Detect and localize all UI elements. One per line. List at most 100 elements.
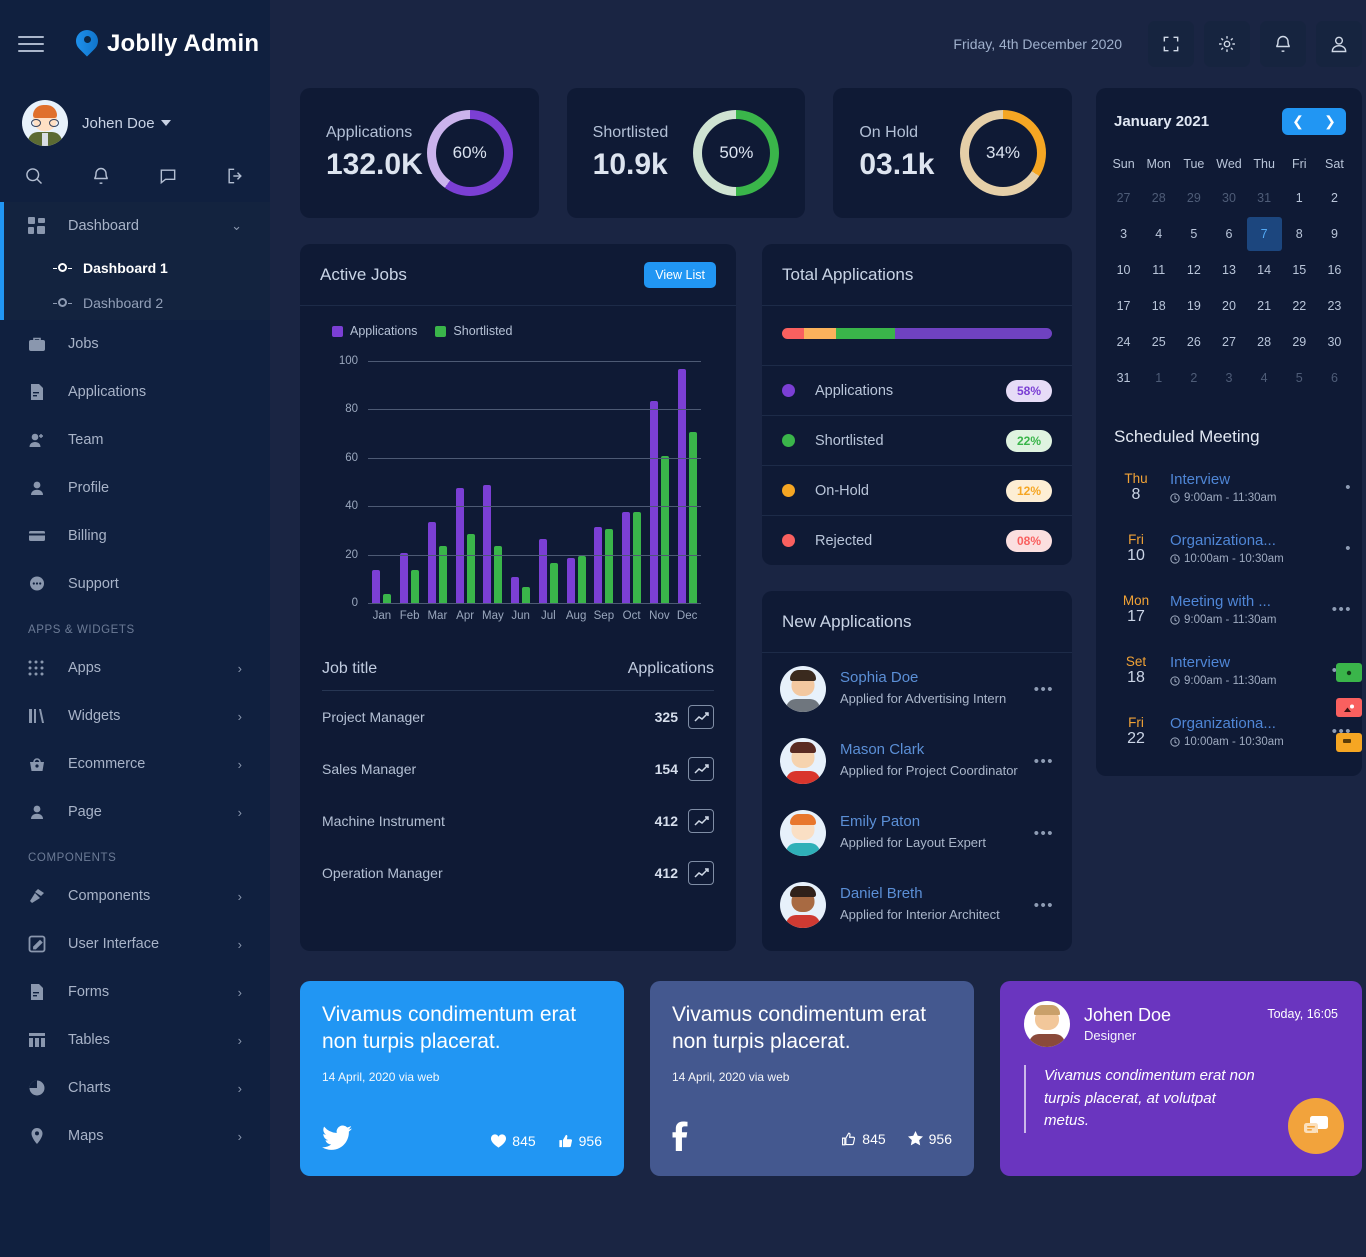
sidebar-item-charts[interactable]: Charts › (0, 1064, 270, 1112)
calendar-prev-button[interactable]: ❮ (1282, 108, 1314, 135)
sidebar-item-components[interactable]: Components › (0, 872, 270, 920)
sidebar-item-maps[interactable]: Maps › (0, 1112, 270, 1160)
calendar-day-cell[interactable]: 5 (1176, 217, 1211, 251)
sidebar-item-tables[interactable]: Tables › (0, 1016, 270, 1064)
applicant-name[interactable]: Daniel Breth (840, 885, 1020, 902)
calendar-day-cell[interactable]: 31 (1247, 181, 1282, 215)
sidebar-item-jobs[interactable]: Jobs (0, 320, 270, 368)
sidebar-user-name-wrap[interactable]: Johen Doe (82, 115, 171, 132)
more-options-icon[interactable]: • (1345, 540, 1352, 557)
search-icon[interactable] (0, 166, 67, 186)
sidebar-profile[interactable]: Johen Doe (0, 88, 270, 146)
calendar-day-cell[interactable]: 2 (1176, 361, 1211, 395)
trend-chart-icon[interactable] (688, 705, 714, 729)
trend-chart-icon[interactable] (688, 809, 714, 833)
logout-icon[interactable] (201, 166, 268, 186)
calendar-day-cell[interactable]: 27 (1211, 325, 1246, 359)
applicant-name[interactable]: Emily Paton (840, 813, 1020, 830)
sidebar-item-dashboard[interactable]: Dashboard ⌄ (0, 202, 270, 250)
brand[interactable]: Joblly Admin (71, 25, 259, 58)
chat-icon[interactable] (134, 166, 201, 186)
chat-icon[interactable] (1288, 1098, 1344, 1154)
gear-icon[interactable] (1204, 21, 1250, 67)
more-options-icon[interactable]: ••• (1332, 601, 1352, 618)
trend-chart-icon[interactable] (688, 757, 714, 781)
meeting-name[interactable]: Organizationa... (1170, 532, 1333, 549)
calendar-day-cell[interactable]: 7 (1246, 217, 1282, 251)
view-list-button[interactable]: View List (644, 261, 716, 288)
calendar-day-cell[interactable]: 16 (1317, 253, 1352, 287)
calendar-day-cell[interactable]: 29 (1282, 325, 1317, 359)
calendar-day-cell[interactable]: 21 (1247, 289, 1282, 323)
calendar-day-cell[interactable]: 23 (1317, 289, 1352, 323)
calendar-day-cell[interactable]: 1 (1282, 181, 1317, 215)
sidebar-item-apps[interactable]: Apps › (0, 644, 270, 692)
calendar-day-cell[interactable]: 3 (1211, 361, 1246, 395)
calendar-day-cell[interactable]: 28 (1141, 181, 1176, 215)
more-options-icon[interactable]: ••• (1034, 897, 1054, 914)
twitter-icon[interactable] (322, 1125, 352, 1156)
calendar-day-cell[interactable]: 30 (1211, 181, 1246, 215)
more-options-icon[interactable]: ••• (1034, 825, 1054, 842)
calendar-day-cell[interactable]: 6 (1317, 361, 1352, 395)
calendar-day-cell[interactable]: 31 (1106, 361, 1141, 395)
user-icon[interactable] (1316, 21, 1362, 67)
calendar-day-cell[interactable]: 13 (1211, 253, 1246, 287)
calendar-day-cell[interactable]: 15 (1282, 253, 1317, 287)
sidebar-item-forms[interactable]: Forms › (0, 968, 270, 1016)
sidebar-item-team[interactable]: Team (0, 416, 270, 464)
applicant-name[interactable]: Sophia Doe (840, 669, 1020, 686)
calendar-day-cell[interactable]: 8 (1282, 217, 1317, 251)
sidebar-item-dashboard-2[interactable]: Dashboard 2 (0, 285, 270, 320)
sidebar-item-support[interactable]: Support (0, 560, 270, 608)
sidebar-item-dashboard-1[interactable]: Dashboard 1 (0, 250, 270, 285)
fullscreen-icon[interactable] (1148, 21, 1194, 67)
calendar-day-cell[interactable]: 9 (1317, 217, 1352, 251)
calendar-day-cell[interactable]: 10 (1106, 253, 1141, 287)
calendar-day-cell[interactable]: 3 (1106, 217, 1141, 251)
calendar-day-cell[interactable]: 30 (1317, 325, 1352, 359)
calendar-day-cell[interactable]: 12 (1176, 253, 1211, 287)
calendar-day-cell[interactable]: 19 (1176, 289, 1211, 323)
sidebar-item-user-interface[interactable]: User Interface › (0, 920, 270, 968)
more-options-icon[interactable]: ••• (1034, 753, 1054, 770)
calendar-day-cell[interactable]: 11 (1141, 253, 1176, 287)
money-icon[interactable] (1336, 663, 1362, 682)
more-options-icon[interactable]: ••• (1034, 681, 1054, 698)
calendar-day-cell[interactable]: 4 (1247, 361, 1282, 395)
hamburger-menu-icon[interactable] (18, 27, 52, 61)
calendar-day-cell[interactable]: 29 (1176, 181, 1211, 215)
meeting-name[interactable]: Organizationa... (1170, 715, 1320, 732)
calendar-next-button[interactable]: ❯ (1314, 108, 1346, 135)
calendar-day-cell[interactable]: 5 (1282, 361, 1317, 395)
sidebar-item-page[interactable]: Page › (0, 788, 270, 836)
calendar-day-cell[interactable]: 14 (1247, 253, 1282, 287)
sidebar-item-ecommerce[interactable]: Ecommerce › (0, 740, 270, 788)
calendar-day-cell[interactable]: 28 (1247, 325, 1282, 359)
sidebar-item-profile[interactable]: Profile (0, 464, 270, 512)
calendar-day-cell[interactable]: 2 (1317, 181, 1352, 215)
calendar-day-cell[interactable]: 27 (1106, 181, 1141, 215)
trend-chart-icon[interactable] (688, 861, 714, 885)
calendar-day-cell[interactable]: 6 (1211, 217, 1246, 251)
image-icon[interactable] (1336, 698, 1362, 717)
more-options-icon[interactable]: • (1345, 479, 1352, 496)
calendar-day-cell[interactable]: 25 (1141, 325, 1176, 359)
meeting-name[interactable]: Interview (1170, 654, 1320, 671)
sidebar-item-billing[interactable]: Billing (0, 512, 270, 560)
calendar-day-cell[interactable]: 26 (1176, 325, 1211, 359)
calendar-day-cell[interactable]: 17 (1106, 289, 1141, 323)
calendar-day-cell[interactable]: 4 (1141, 217, 1176, 251)
calendar-day-cell[interactable]: 22 (1282, 289, 1317, 323)
sidebar-item-widgets[interactable]: Widgets › (0, 692, 270, 740)
calendar-day-cell[interactable]: 24 (1106, 325, 1141, 359)
sidebar-item-applications[interactable]: Applications (0, 368, 270, 416)
applicant-name[interactable]: Mason Clark (840, 741, 1020, 758)
facebook-icon[interactable] (672, 1121, 688, 1156)
calendar-day-cell[interactable]: 1 (1141, 361, 1176, 395)
calendar-day-cell[interactable]: 20 (1211, 289, 1246, 323)
calendar-day-cell[interactable]: 18 (1141, 289, 1176, 323)
note-icon[interactable] (1336, 733, 1362, 752)
meeting-name[interactable]: Meeting with ... (1170, 593, 1320, 610)
meeting-name[interactable]: Interview (1170, 471, 1333, 488)
